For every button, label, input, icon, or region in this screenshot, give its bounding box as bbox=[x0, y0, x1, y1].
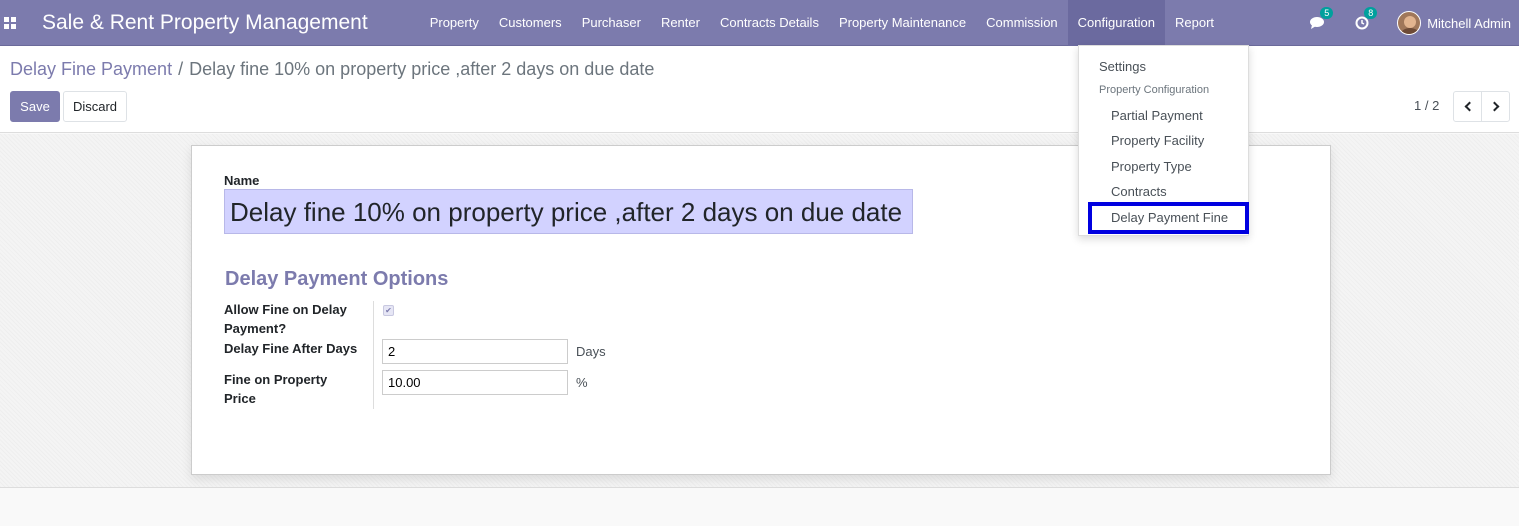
pager-next-button[interactable] bbox=[1481, 91, 1510, 122]
allow-fine-label: Allow Fine on Delay Payment? bbox=[224, 300, 347, 338]
delay-days-input[interactable] bbox=[382, 339, 568, 364]
dropdown-item-contracts[interactable]: Contracts bbox=[1111, 184, 1167, 199]
fine-label-line1: Fine on Property bbox=[224, 372, 328, 387]
name-label: Name bbox=[224, 173, 260, 188]
menu-property[interactable]: Property bbox=[420, 0, 489, 46]
name-input[interactable]: Delay fine 10% on property price ,after … bbox=[224, 189, 913, 234]
form-view: Name Delay fine 10% on property price ,a… bbox=[0, 134, 1519, 488]
fine-on-price-label: Fine on Property Price bbox=[224, 370, 327, 408]
menu-purchaser[interactable]: Purchaser bbox=[572, 0, 651, 46]
save-button[interactable]: Save bbox=[10, 91, 60, 122]
top-navbar: Sale & Rent Property Management Property… bbox=[0, 0, 1519, 46]
breadcrumb-separator: / bbox=[178, 59, 184, 79]
activities-count-badge: 8 bbox=[1364, 7, 1378, 19]
dropdown-item-property-type[interactable]: Property Type bbox=[1111, 159, 1192, 174]
breadcrumb-parent-link[interactable]: Delay Fine Payment bbox=[10, 59, 172, 79]
pager-value[interactable]: 1 / 2 bbox=[1414, 98, 1439, 113]
menu-property-maintenance[interactable]: Property Maintenance bbox=[829, 0, 976, 46]
dropdown-item-partial-payment[interactable]: Partial Payment bbox=[1111, 108, 1203, 123]
activities-icon[interactable]: 8 bbox=[1353, 7, 1378, 32]
fine-on-price-input[interactable] bbox=[382, 370, 568, 395]
control-panel: Delay Fine Payment / Delay fine 10% on pro… bbox=[0, 46, 1519, 133]
main-menu: Property Customers Purchaser Renter Cont… bbox=[420, 0, 1224, 46]
messages-icon[interactable]: 5 bbox=[1309, 7, 1334, 32]
user-avatar[interactable] bbox=[1397, 11, 1422, 35]
label-divider bbox=[373, 301, 374, 409]
delay-days-label: Delay Fine After Days bbox=[224, 341, 358, 356]
menu-report[interactable]: Report bbox=[1165, 0, 1224, 46]
menu-commission[interactable]: Commission bbox=[976, 0, 1068, 46]
discard-button[interactable]: Discard bbox=[63, 91, 127, 122]
chevron-left-icon bbox=[1464, 101, 1474, 112]
app-brand[interactable]: Sale & Rent Property Management bbox=[42, 11, 368, 35]
menu-customers[interactable]: Customers bbox=[489, 0, 572, 46]
dropdown-item-delay-payment-fine[interactable]: Delay Payment Fine bbox=[1111, 210, 1228, 225]
breadcrumb-current: Delay fine 10% on property price ,after … bbox=[189, 59, 655, 79]
dropdown-item-settings[interactable]: Settings bbox=[1099, 59, 1146, 74]
messages-count-badge: 5 bbox=[1320, 7, 1334, 19]
page-footer-area bbox=[0, 488, 1519, 526]
section-title-delay-payment-options: Delay Payment Options bbox=[225, 268, 449, 290]
chevron-right-icon bbox=[1489, 101, 1499, 112]
configuration-dropdown: Settings Property Configuration Partial … bbox=[1078, 45, 1249, 236]
user-name[interactable]: Mitchell Admin bbox=[1427, 16, 1511, 31]
allow-fine-label-line1: Allow Fine on Delay bbox=[224, 302, 347, 317]
allow-fine-label-line2: Payment? bbox=[224, 321, 287, 336]
systray: 5 8 Mitchell Admin bbox=[1309, 0, 1519, 46]
dropdown-item-property-facility[interactable]: Property Facility bbox=[1111, 133, 1204, 148]
fine-unit: % bbox=[576, 375, 588, 390]
breadcrumb: Delay Fine Payment / Delay fine 10% on pro… bbox=[10, 59, 654, 80]
menu-contracts-details[interactable]: Contracts Details bbox=[710, 0, 829, 46]
checkmark-icon: ✔ bbox=[385, 306, 392, 315]
menu-configuration[interactable]: Configuration bbox=[1067, 0, 1165, 46]
apps-menu-icon[interactable] bbox=[4, 16, 16, 29]
fine-label-line2: Price bbox=[224, 391, 256, 406]
dropdown-header-property-configuration: Property Configuration bbox=[1099, 84, 1210, 96]
menu-renter[interactable]: Renter bbox=[651, 0, 710, 46]
allow-fine-checkbox[interactable]: ✔ bbox=[383, 305, 394, 316]
delay-days-unit: Days bbox=[576, 344, 606, 359]
pager-previous-button[interactable] bbox=[1453, 91, 1482, 122]
